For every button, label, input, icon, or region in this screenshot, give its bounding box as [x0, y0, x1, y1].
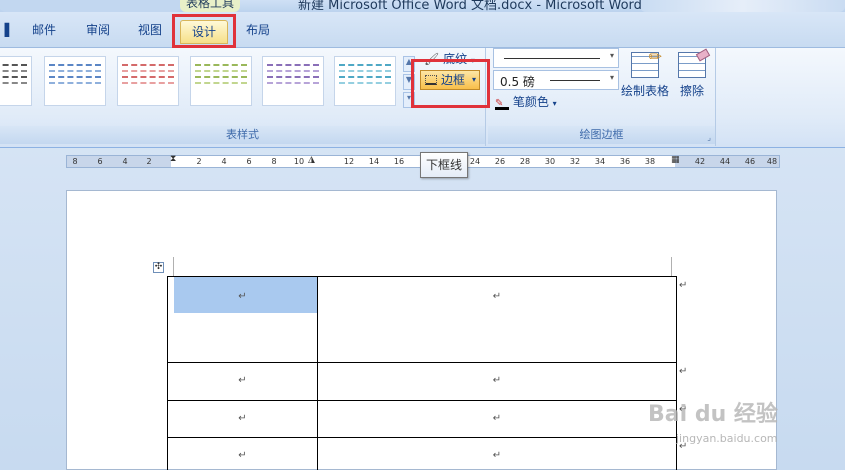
table-style-thumb-4[interactable]: [190, 56, 252, 106]
cell-end-mark: ↵: [492, 413, 502, 424]
cell-end-mark: ↵: [492, 450, 502, 461]
chevron-down-icon: ▾: [609, 73, 614, 82]
dialog-launcher-icon[interactable]: ⌟: [707, 133, 711, 142]
eraser-icon: [678, 48, 711, 78]
pen-icon: ✎: [495, 98, 509, 110]
table-cell[interactable]: ↵: [167, 437, 318, 470]
pen-color-button[interactable]: ✎ 笔颜色 ▾: [495, 93, 557, 110]
cell-end-mark: ↵: [238, 291, 247, 302]
table-cell[interactable]: ↵: [317, 276, 677, 363]
ruler-tick: 14: [368, 157, 380, 166]
column-marker-icon[interactable]: ◮: [308, 155, 315, 165]
ruler-tick: 4: [122, 157, 128, 166]
chevron-down-icon: ▾: [552, 99, 557, 108]
ruler-tick: 36: [619, 157, 631, 166]
document-table[interactable]: ↵ ↵ ↵ ↵ ↵ ↵ ↵ ↵: [167, 276, 677, 470]
title-bar: 表格工具 新建 Microsoft Office Word 文档.docx - …: [0, 0, 845, 12]
tab-mailings[interactable]: 邮件: [22, 18, 66, 42]
ruler-tick: 26: [494, 157, 506, 166]
indent-marker-icon[interactable]: ⧗: [170, 154, 176, 164]
baidu-watermark-logo: Bai du 经验: [648, 402, 778, 427]
cell-end-mark: ↵: [238, 450, 247, 461]
draw-borders-group-label: 绘图边框: [488, 126, 715, 144]
table-cell[interactable]: ↵: [167, 400, 318, 438]
ruler-tick: 2: [146, 157, 152, 166]
ruler-tick: 46: [744, 157, 756, 166]
ruler-tick: 34: [594, 157, 606, 166]
cell-end-mark: ↵: [492, 375, 502, 386]
cell-end-mark: ↵: [492, 291, 502, 302]
draw-table-icon: ✏: [631, 47, 662, 78]
pen-weight-dropdown[interactable]: 0.5 磅 ▾: [493, 70, 619, 90]
ruler-tick: 42: [694, 157, 706, 166]
ruler-tick: 32: [569, 157, 581, 166]
table-style-thumb-1[interactable]: [0, 56, 32, 106]
ruler-tick: 28: [519, 157, 531, 166]
table-cell[interactable]: ↵: [167, 362, 318, 401]
ruler-tick: 6: [97, 157, 103, 166]
ruler-tick: 12: [343, 157, 355, 166]
table-cell-selected[interactable]: ↵: [167, 276, 318, 363]
table-style-thumb-2[interactable]: [44, 56, 106, 106]
ruler-tick: 4: [221, 157, 227, 166]
ruler-tick: 44: [719, 157, 731, 166]
bottom-border-tooltip: 下框线: [420, 152, 468, 178]
borders-highlight: [411, 59, 490, 108]
table-cell[interactable]: ↵: [317, 400, 677, 438]
table-cell[interactable]: ↵: [317, 437, 677, 470]
pen-color-label: 笔颜色: [512, 95, 549, 109]
ruler-tick: 6: [246, 157, 252, 166]
ruler-tick: 30: [544, 157, 556, 166]
tab-partial[interactable]: ▐: [0, 18, 9, 42]
pen-weight-value: 0.5 磅: [500, 75, 535, 89]
row-end-mark: ↵: [679, 366, 688, 377]
design-tab-highlight: [172, 14, 236, 48]
ruler-tick: 8: [271, 157, 277, 166]
cell-end-mark: ↵: [238, 375, 247, 386]
table-style-thumb-5[interactable]: [262, 56, 324, 106]
ruler-tick: 2: [196, 157, 202, 166]
eraser-label: 擦除: [679, 84, 704, 98]
chevron-down-icon: ▾: [609, 51, 614, 60]
ruler-tick: 10: [293, 157, 305, 166]
draw-table-button[interactable]: ✏ 绘制表格: [620, 47, 670, 99]
table-style-thumb-3[interactable]: [117, 56, 179, 106]
right-indent-marker-icon[interactable]: ▦: [671, 155, 680, 165]
eraser-button[interactable]: 擦除: [672, 48, 712, 99]
table-style-thumb-6[interactable]: [334, 56, 396, 106]
ruler-tick: 48: [766, 157, 778, 166]
table-move-handle-icon[interactable]: ✣: [153, 262, 164, 273]
ruler-left-margin: [67, 156, 171, 167]
ribbon-tab-row: ▐ 邮件 审阅 视图 布局: [0, 12, 845, 48]
table-tools-label: 表格工具: [186, 0, 235, 10]
tab-view[interactable]: 视图: [128, 18, 172, 42]
table-styles-group-label: 表样式: [0, 126, 485, 144]
tab-layout[interactable]: 布局: [236, 18, 280, 42]
ruler-tick: 24: [469, 157, 481, 166]
cell-end-mark: ↵: [238, 413, 247, 424]
row-end-mark: ↵: [679, 280, 688, 291]
baidu-watermark-url: jingyan.baidu.com: [676, 432, 778, 445]
draw-table-label: 绘制表格: [620, 84, 669, 98]
window-title: 新建 Microsoft Office Word 文档.docx - Micro…: [298, 0, 642, 12]
pen-style-dropdown[interactable]: ▾: [493, 48, 619, 68]
ruler-tick: 8: [72, 157, 78, 166]
ruler-tick: 16: [393, 157, 405, 166]
tab-review[interactable]: 审阅: [76, 18, 120, 42]
ruler-tick: 38: [644, 157, 656, 166]
table-cell[interactable]: ↵: [317, 362, 677, 401]
